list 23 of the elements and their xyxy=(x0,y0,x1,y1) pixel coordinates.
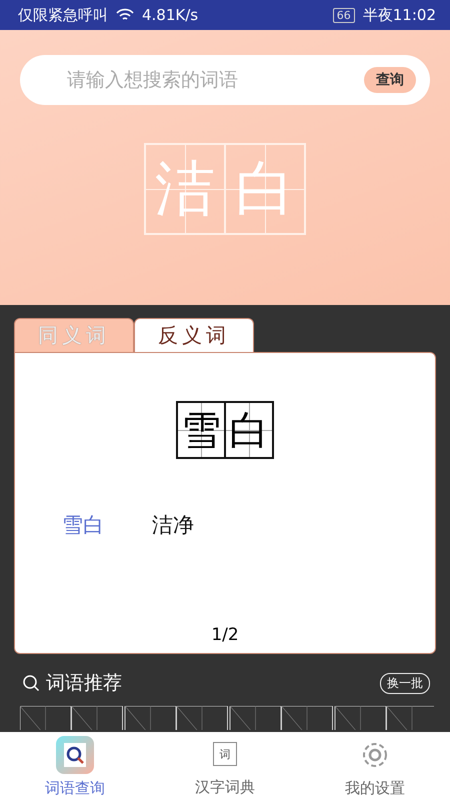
section-title: 词语推荐 xyxy=(46,671,123,696)
tab[interactable]: 反义词 xyxy=(134,318,254,352)
search-button[interactable]: 查询 xyxy=(364,67,416,93)
search-icon xyxy=(56,736,94,774)
battery-level: 66 xyxy=(332,8,355,22)
status-text: 仅限紧急呼叫 xyxy=(18,6,108,24)
word-character: 雪 xyxy=(178,403,226,457)
result-word[interactable]: 洁净 xyxy=(152,511,194,539)
dictionary-icon: 词 xyxy=(213,742,237,766)
word-character: 白 xyxy=(226,403,272,457)
clock: 半夜11:02 xyxy=(362,6,436,24)
search-field[interactable]: 请输入想搜索的词语 查询 xyxy=(20,55,430,105)
network-speed: 4.81K/s xyxy=(142,6,198,24)
search-icon xyxy=(22,674,40,692)
refresh-button[interactable]: 换一批 xyxy=(380,672,430,694)
word-character: 洁 xyxy=(146,145,226,233)
wifi-icon xyxy=(116,8,134,22)
page-indicator: 1/2 xyxy=(211,625,239,645)
result-word[interactable]: 雪白 xyxy=(62,511,104,539)
nav-item[interactable]: 词语查询 xyxy=(0,732,150,800)
nav-item[interactable]: 我的设置 xyxy=(300,732,450,800)
word-character: 白 xyxy=(226,145,304,233)
nav-item[interactable]: 词 汉字词典 xyxy=(150,732,300,800)
